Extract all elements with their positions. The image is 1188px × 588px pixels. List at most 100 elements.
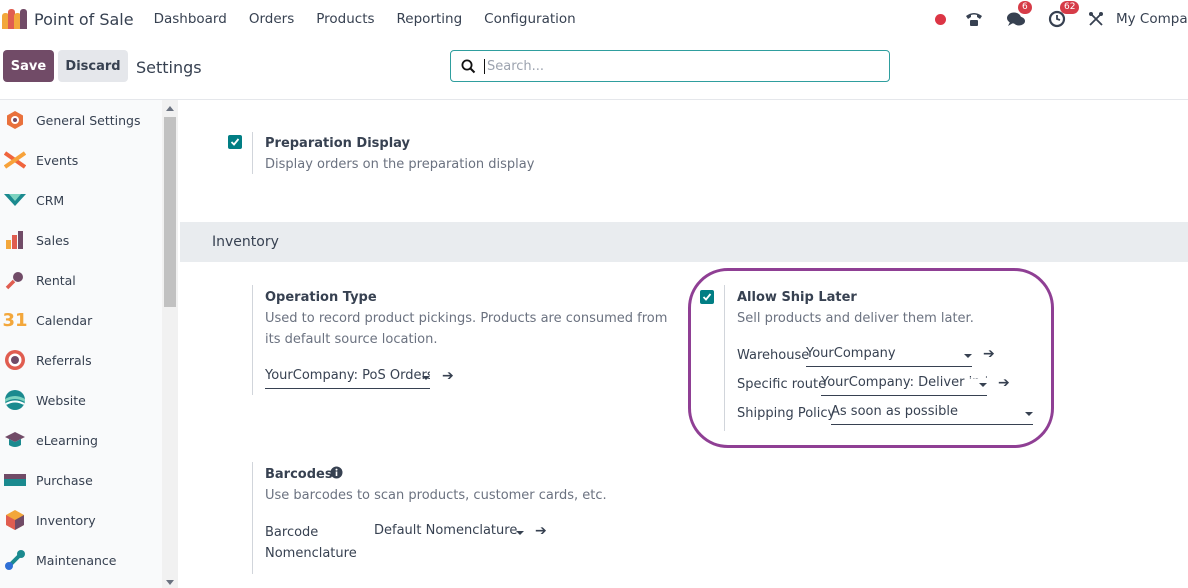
- sidebar-item-general-settings[interactable]: General Settings: [0, 100, 178, 140]
- sidebar-item-label: Purchase: [36, 472, 93, 488]
- allow-ship-later-title: Allow Ship Later: [737, 290, 857, 305]
- settings-content: Preparation Display Display orders on th…: [180, 100, 1188, 588]
- select-value: YourCompany: Deliver in 1 step: [821, 375, 987, 390]
- sidebar-item-label: CRM: [36, 192, 65, 208]
- select-value: Default Nomenclature: [374, 523, 518, 538]
- control-panel: Save Discard Settings: [0, 38, 1188, 100]
- sidebar-item-label: General Settings: [36, 112, 141, 128]
- barcodes-title: Barcodes: [265, 467, 333, 482]
- allow-ship-later-desc: Sell products and deliver them later.: [737, 311, 974, 326]
- general-settings-icon: [4, 109, 26, 131]
- app-brand[interactable]: Point of Sale: [2, 9, 154, 29]
- specific-route-select[interactable]: YourCompany: Deliver in 1 step: [821, 375, 987, 396]
- shipping-policy-label: Shipping Policy: [737, 406, 836, 421]
- search-icon: [461, 59, 476, 73]
- specific-route-label: Specific route: [737, 377, 827, 392]
- operation-type-title: Operation Type: [265, 290, 377, 305]
- preparation-display-title: Preparation Display: [265, 136, 410, 151]
- sidebar-item-purchase[interactable]: Purchase: [0, 460, 178, 500]
- top-navbar: Point of Sale Dashboard Orders Products …: [0, 0, 1188, 38]
- sidebar-item-label: Events: [36, 152, 79, 168]
- nav-dashboard[interactable]: Dashboard: [154, 11, 227, 27]
- barcode-nomenclature-label: Barcode: [265, 525, 319, 540]
- scroll-down-arrow-icon[interactable]: [166, 580, 174, 585]
- phone-icon[interactable]: [964, 10, 984, 28]
- caret-down-icon: [964, 354, 972, 358]
- events-icon: [4, 149, 26, 171]
- scroll-up-arrow-icon[interactable]: [166, 106, 174, 111]
- allow-ship-later-checkbox[interactable]: [700, 290, 714, 304]
- sales-icon: [4, 229, 26, 251]
- barcode-nomenclature-select[interactable]: Default Nomenclature: [374, 523, 524, 544]
- tools-icon[interactable]: [1088, 11, 1104, 27]
- settings-sidebar: General Settings Events CRM Sales Rental…: [0, 100, 178, 588]
- sidebar-item-label: Inventory: [36, 512, 96, 528]
- info-circle-icon[interactable]: [330, 466, 343, 483]
- setting-divider: [252, 132, 253, 174]
- search-input[interactable]: [484, 58, 864, 74]
- systray: 6 62 My Company: [935, 0, 1188, 38]
- check-icon: [230, 138, 240, 146]
- sidebar-item-maintenance[interactable]: Maintenance: [0, 540, 178, 580]
- sidebar-item-label: Website: [36, 392, 86, 408]
- operation-type-select[interactable]: YourCompany: PoS Orders: [265, 368, 430, 389]
- sidebar-item-elearning[interactable]: eLearning: [0, 420, 178, 460]
- sidebar-item-referrals[interactable]: Referrals: [0, 340, 178, 380]
- save-button[interactable]: Save: [3, 50, 54, 82]
- arrow-right-icon[interactable]: ➔: [983, 346, 995, 362]
- sidebar-item-rental[interactable]: Rental: [0, 260, 178, 300]
- sidebar-item-label: Maintenance: [36, 552, 117, 568]
- caret-down-icon: [1025, 412, 1033, 416]
- rental-icon: [4, 269, 26, 291]
- purchase-icon: [4, 469, 26, 491]
- referrals-icon: [4, 349, 26, 371]
- maintenance-icon: [4, 549, 26, 571]
- arrow-right-icon[interactable]: ➔: [442, 368, 454, 384]
- sidebar-item-events[interactable]: Events: [0, 140, 178, 180]
- website-icon: [4, 389, 26, 411]
- sidebar-item-website[interactable]: Website: [0, 380, 178, 420]
- activities-clock-icon[interactable]: 62: [1048, 1, 1080, 28]
- activities-badge: 62: [1060, 1, 1080, 14]
- sidebar-scrollbar[interactable]: [162, 100, 178, 588]
- caret-down-icon: [979, 383, 987, 387]
- sidebar-item-label: Rental: [36, 272, 76, 288]
- section-header-inventory: Inventory: [180, 222, 1188, 262]
- select-value: YourCompany: [806, 346, 896, 361]
- company-switcher[interactable]: My Company: [1116, 11, 1188, 27]
- elearning-icon: [4, 429, 26, 451]
- nav-configuration[interactable]: Configuration: [484, 11, 576, 27]
- arrow-right-icon[interactable]: ➔: [535, 523, 547, 539]
- calendar-icon: 31: [2, 309, 28, 331]
- breadcrumb: Settings: [136, 58, 202, 77]
- barcodes-desc: Use barcodes to scan products, customer …: [265, 488, 607, 503]
- caret-down-icon: [422, 376, 430, 380]
- sidebar-item-crm[interactable]: CRM: [0, 180, 178, 220]
- scrollbar-thumb[interactable]: [164, 117, 176, 307]
- barcode-nomenclature-label-2: Nomenclature: [265, 546, 357, 561]
- sidebar-item-calendar[interactable]: 31 Calendar: [0, 300, 178, 340]
- warehouse-select[interactable]: YourCompany: [806, 346, 972, 367]
- nav-reporting[interactable]: Reporting: [397, 11, 463, 27]
- operation-type-desc: Used to record product pickings. Product…: [265, 311, 668, 347]
- nav-products[interactable]: Products: [316, 11, 374, 27]
- sidebar-item-inventory[interactable]: Inventory: [0, 500, 178, 540]
- discard-button[interactable]: Discard: [58, 50, 128, 82]
- select-value: As soon as possible: [831, 404, 958, 419]
- search-bar[interactable]: [450, 50, 890, 82]
- preparation-display-checkbox[interactable]: [228, 135, 242, 149]
- recording-indicator-icon[interactable]: [935, 13, 946, 25]
- sidebar-item-label: Sales: [36, 232, 70, 248]
- arrow-right-icon[interactable]: ➔: [998, 375, 1010, 391]
- select-value: YourCompany: PoS Orders: [265, 368, 430, 383]
- crm-icon: [4, 189, 26, 211]
- sidebar-item-label: Referrals: [36, 352, 92, 368]
- messages-icon[interactable]: 6: [1006, 1, 1032, 28]
- setting-divider: [252, 462, 253, 574]
- shipping-policy-select[interactable]: As soon as possible: [831, 404, 1033, 425]
- sidebar-item-sales[interactable]: Sales: [0, 220, 178, 260]
- app-name: Point of Sale: [34, 9, 134, 29]
- check-icon: [702, 293, 712, 301]
- nav-orders[interactable]: Orders: [249, 11, 294, 27]
- sidebar-item-label: eLearning: [36, 432, 98, 448]
